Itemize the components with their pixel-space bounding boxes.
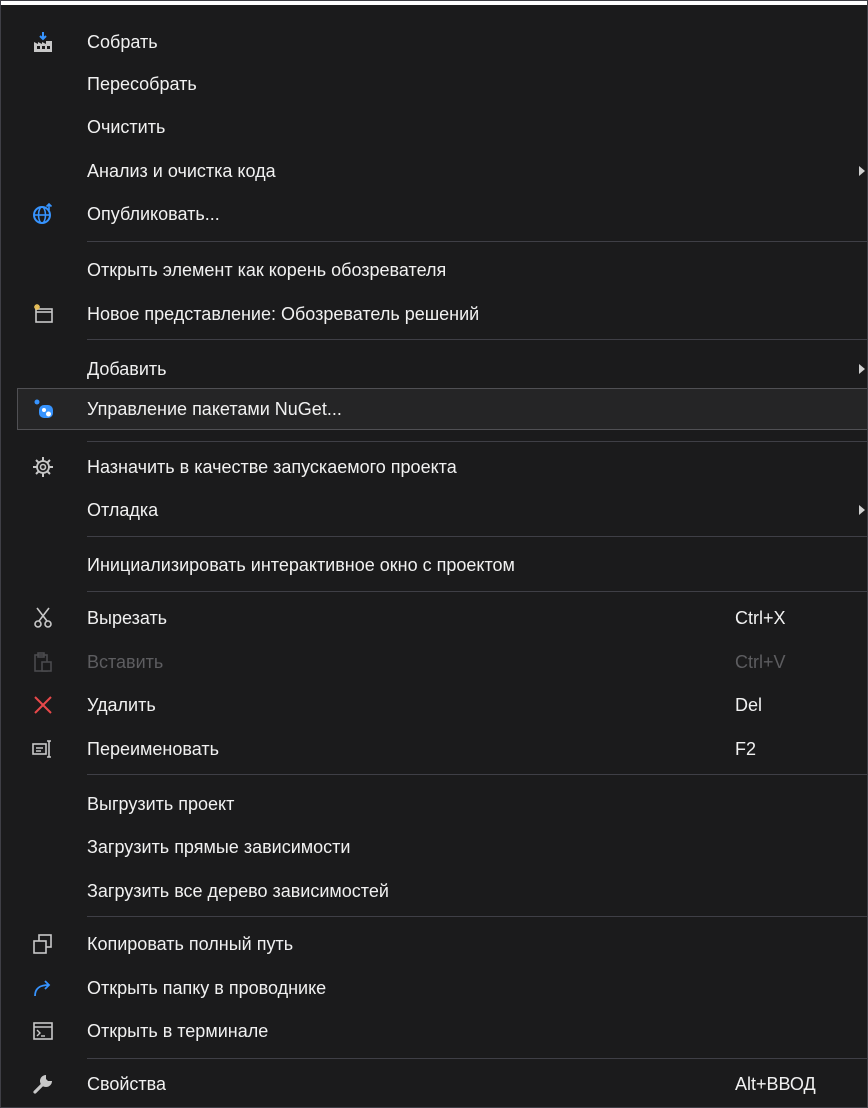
submenu-arrow-icon xyxy=(859,364,865,374)
menu-item-build[interactable]: Собрать xyxy=(17,25,867,59)
menu-item-shortcut: Ctrl+X xyxy=(735,608,786,628)
copy-icon xyxy=(17,927,69,961)
menu-item-label: Открыть папку в проводнике xyxy=(87,978,327,998)
menu-item-label: Очистить xyxy=(87,117,166,137)
menu-item-shortcut: F2 xyxy=(735,739,757,759)
menu-item-shortcut: Alt+ВВОД xyxy=(735,1074,816,1094)
menu-item-copy-full-path[interactable]: Копировать полный путь xyxy=(17,927,867,961)
menu-item-label: Назначить в качестве запускаемого проект… xyxy=(87,457,457,477)
menu-item-label: Удалить xyxy=(87,695,156,715)
submenu-arrow-icon xyxy=(859,166,865,176)
menu-item-open-in-terminal[interactable]: Открыть в терминале xyxy=(17,1014,867,1048)
menu-separator xyxy=(87,591,867,592)
menu-item-label: Добавить xyxy=(87,359,167,379)
menu-item-shortcut: Ctrl+V xyxy=(735,652,786,672)
menu-item-add[interactable]: Добавить xyxy=(17,352,867,386)
menu-separator xyxy=(87,241,867,242)
settings-gear-icon xyxy=(17,450,69,484)
build-icon xyxy=(17,25,69,59)
menu-separator xyxy=(87,536,867,537)
menu-item-load-dependency-tree[interactable]: Загрузить все дерево зависимостей xyxy=(17,874,867,908)
menu-item-clean[interactable]: Очистить xyxy=(17,110,867,144)
menu-item-publish[interactable]: Опубликовать... xyxy=(17,197,867,231)
menu-item-label: Отладка xyxy=(87,500,159,520)
menu-item-paste: Вставить Ctrl+V xyxy=(17,645,867,679)
menu-item-label: Вырезать xyxy=(87,608,168,628)
nuget-icon xyxy=(18,389,70,429)
menu-item-initialize-interactive[interactable]: Инициализировать интерактивное окно с пр… xyxy=(17,548,867,582)
new-view-icon xyxy=(17,297,69,331)
scissors-icon xyxy=(17,601,69,635)
menu-item-debug[interactable]: Отладка xyxy=(17,493,867,527)
menu-item-label: Пересобрать xyxy=(87,74,197,94)
menu-item-label: Анализ и очистка кода xyxy=(87,161,276,181)
menu-item-label: Инициализировать интерактивное окно с пр… xyxy=(87,555,515,575)
menu-item-label: Открыть в терминале xyxy=(87,1021,269,1041)
menu-item-label: Собрать xyxy=(87,32,158,52)
menu-item-unload-project[interactable]: Выгрузить проект xyxy=(17,787,867,821)
menu-item-manage-nuget-packages[interactable]: Управление пакетами NuGet... xyxy=(17,388,867,430)
menu-item-open-folder-in-explorer[interactable]: Открыть папку в проводнике xyxy=(17,971,867,1005)
rename-icon xyxy=(17,732,69,766)
menu-item-label: Копировать полный путь xyxy=(87,934,294,954)
menu-item-scope-to-this[interactable]: Открыть элемент как корень обозревателя xyxy=(17,253,867,287)
wrench-icon xyxy=(17,1067,69,1101)
terminal-icon xyxy=(17,1014,69,1048)
menu-item-label: Опубликовать... xyxy=(87,204,220,224)
menu-item-label: Выгрузить проект xyxy=(87,794,235,814)
menu-item-label: Управление пакетами NuGet... xyxy=(87,399,342,419)
menu-item-cut[interactable]: Вырезать Ctrl+X xyxy=(17,601,867,635)
menu-item-label: Свойства xyxy=(87,1074,167,1094)
menu-item-label: Вставить xyxy=(87,652,164,672)
delete-x-icon xyxy=(17,688,69,722)
menu-item-label: Переименовать xyxy=(87,739,219,759)
menu-separator xyxy=(87,339,867,340)
menu-separator xyxy=(87,1058,867,1059)
menu-item-new-solution-explorer-view[interactable]: Новое представление: Обозреватель решени… xyxy=(17,297,867,331)
menu-item-analyze-and-cleanup[interactable]: Анализ и очистка кода xyxy=(17,154,867,188)
publish-globe-icon xyxy=(17,197,69,231)
menu-separator xyxy=(87,774,867,775)
menu-separator xyxy=(87,916,867,917)
menu-item-label: Загрузить прямые зависимости xyxy=(87,837,351,857)
menu-item-label: Открыть элемент как корень обозревателя xyxy=(87,260,447,280)
menu-separator xyxy=(87,441,867,442)
top-edge xyxy=(1,1,867,5)
menu-item-properties[interactable]: Свойства Alt+ВВОД xyxy=(17,1067,867,1101)
menu-item-label: Новое представление: Обозреватель решени… xyxy=(87,304,480,324)
menu-item-set-as-startup-project[interactable]: Назначить в качестве запускаемого проект… xyxy=(17,450,867,484)
menu-item-load-direct-dependencies[interactable]: Загрузить прямые зависимости xyxy=(17,830,867,864)
menu-item-delete[interactable]: Удалить Del xyxy=(17,688,867,722)
context-menu: Собрать Пересобрать Очистить Анализ и оч… xyxy=(0,0,868,1108)
menu-item-rebuild[interactable]: Пересобрать xyxy=(17,67,867,101)
menu-item-label: Загрузить все дерево зависимостей xyxy=(87,881,389,901)
open-folder-arrow-icon xyxy=(17,971,69,1005)
menu-item-rename[interactable]: Переименовать F2 xyxy=(17,732,867,766)
menu-item-shortcut: Del xyxy=(735,695,763,715)
paste-icon xyxy=(17,645,69,679)
submenu-arrow-icon xyxy=(859,505,865,515)
